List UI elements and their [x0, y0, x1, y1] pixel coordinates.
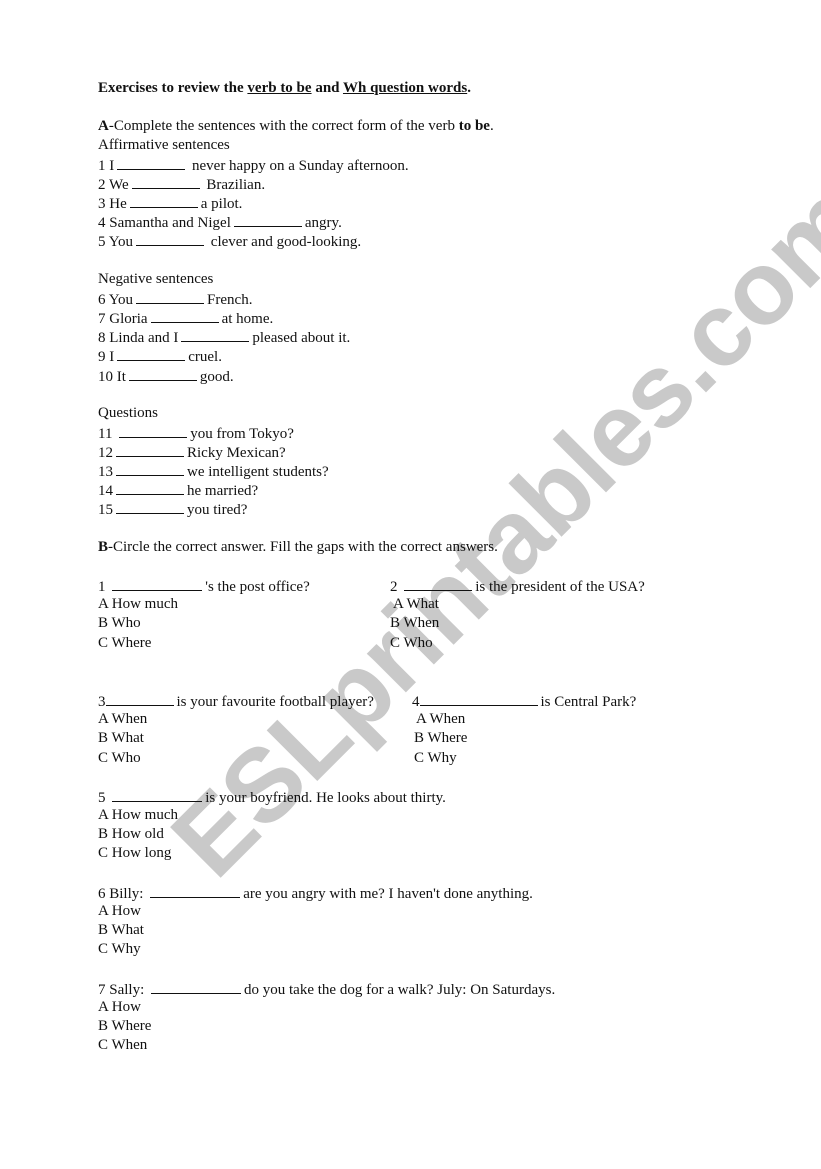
question-stem: 6 Billy: are you angry with me? I haven'… [98, 883, 533, 904]
answer-blank[interactable] [116, 499, 184, 514]
exercise-item: 2 We Brazilian. [98, 174, 265, 195]
option[interactable]: B What [98, 921, 144, 940]
option[interactable]: B When [390, 614, 439, 633]
answer-blank[interactable] [181, 327, 250, 342]
option[interactable]: C Where [98, 634, 151, 653]
exercise-item: 11 you from Tokyo? [98, 423, 294, 444]
option[interactable]: A How [98, 902, 141, 921]
answer-blank[interactable] [404, 576, 473, 591]
option[interactable]: C Who [390, 634, 433, 653]
answer-blank[interactable] [136, 289, 205, 304]
option[interactable]: B Where [98, 1017, 151, 1036]
option[interactable]: B How old [98, 825, 164, 844]
exercise-item: 4 Samantha and Nigel angry. [98, 212, 342, 233]
question-stem: 5 is your boyfriend. He looks about thir… [98, 787, 446, 808]
answer-blank[interactable] [233, 212, 302, 227]
option[interactable]: A How much [98, 595, 178, 614]
option[interactable]: C How long [98, 844, 171, 863]
answer-blank[interactable] [112, 576, 203, 591]
exercise-item: 8 Linda and Ipleased about it. [98, 327, 350, 348]
group-heading-affirmative: Affirmative sentences [98, 137, 230, 153]
option[interactable]: C Why [98, 940, 141, 959]
option[interactable]: C Why [414, 749, 457, 768]
option[interactable]: C Who [98, 749, 141, 768]
exercise-item: 3 He a pilot. [98, 193, 242, 214]
option[interactable]: A When [98, 710, 147, 729]
exercise-item: 15 you tired? [98, 499, 247, 520]
answer-blank[interactable] [116, 461, 184, 476]
answer-blank[interactable] [117, 155, 186, 170]
exercise-item: 7 Gloria at home. [98, 308, 273, 329]
answer-blank[interactable] [419, 691, 538, 706]
answer-blank[interactable] [116, 442, 184, 457]
answer-blank[interactable] [129, 193, 198, 208]
option[interactable]: A When [416, 710, 465, 729]
exercise-item: 9 Icruel. [98, 346, 222, 367]
option[interactable]: A What [393, 595, 439, 614]
answer-blank[interactable] [119, 423, 188, 438]
exercise-item: 5 You clever and good-looking. [98, 231, 361, 252]
worksheet-title: Exercises to review the verb to be and W… [98, 80, 471, 96]
answer-blank[interactable] [128, 366, 197, 381]
option[interactable]: A How much [98, 806, 178, 825]
option[interactable]: B Where [414, 729, 467, 748]
option[interactable]: A How [98, 998, 141, 1017]
group-heading-questions: Questions [98, 405, 158, 421]
exercise-item: 10 It good. [98, 366, 234, 387]
worksheet-page: ESLprintables.com Exercises to review th… [0, 0, 821, 1169]
answer-blank[interactable] [117, 346, 186, 361]
question-stem: 3 is your favourite football player? [98, 691, 374, 712]
section-b-instruction: B-Circle the correct answer. Fill the ga… [98, 539, 498, 555]
option[interactable]: B What [98, 729, 144, 748]
exercise-item: 6 You French. [98, 289, 252, 310]
exercise-item: 1 I never happy on a Sunday afternoon. [98, 155, 409, 176]
answer-blank[interactable] [112, 787, 203, 802]
option[interactable]: B Who [98, 614, 141, 633]
group-heading-negative: Negative sentences [98, 271, 214, 287]
question-stem: 2 is the president of the USA? [390, 576, 645, 597]
option[interactable]: C When [98, 1036, 147, 1055]
question-stem: 4 is Central Park? [412, 691, 636, 712]
answer-blank[interactable] [136, 231, 205, 246]
answer-blank[interactable] [150, 308, 219, 323]
exercise-item: 12 Ricky Mexican? [98, 442, 286, 463]
section-a-instruction: A-Complete the sentences with the correc… [98, 118, 494, 134]
answer-blank[interactable] [116, 480, 184, 495]
exercise-item: 13 we intelligent students? [98, 461, 329, 482]
title-wh-words: Wh question words [342, 80, 468, 96]
answer-blank[interactable] [151, 979, 242, 994]
answer-blank[interactable] [105, 691, 174, 706]
answer-blank[interactable] [131, 174, 200, 189]
title-verb-to-be: verb to be [247, 80, 312, 96]
answer-blank[interactable] [150, 883, 241, 898]
exercise-item: 14 he married? [98, 480, 258, 501]
question-stem: 1 's the post office? [98, 576, 310, 597]
question-stem: 7 Sally: do you take the dog for a walk?… [98, 979, 555, 1000]
